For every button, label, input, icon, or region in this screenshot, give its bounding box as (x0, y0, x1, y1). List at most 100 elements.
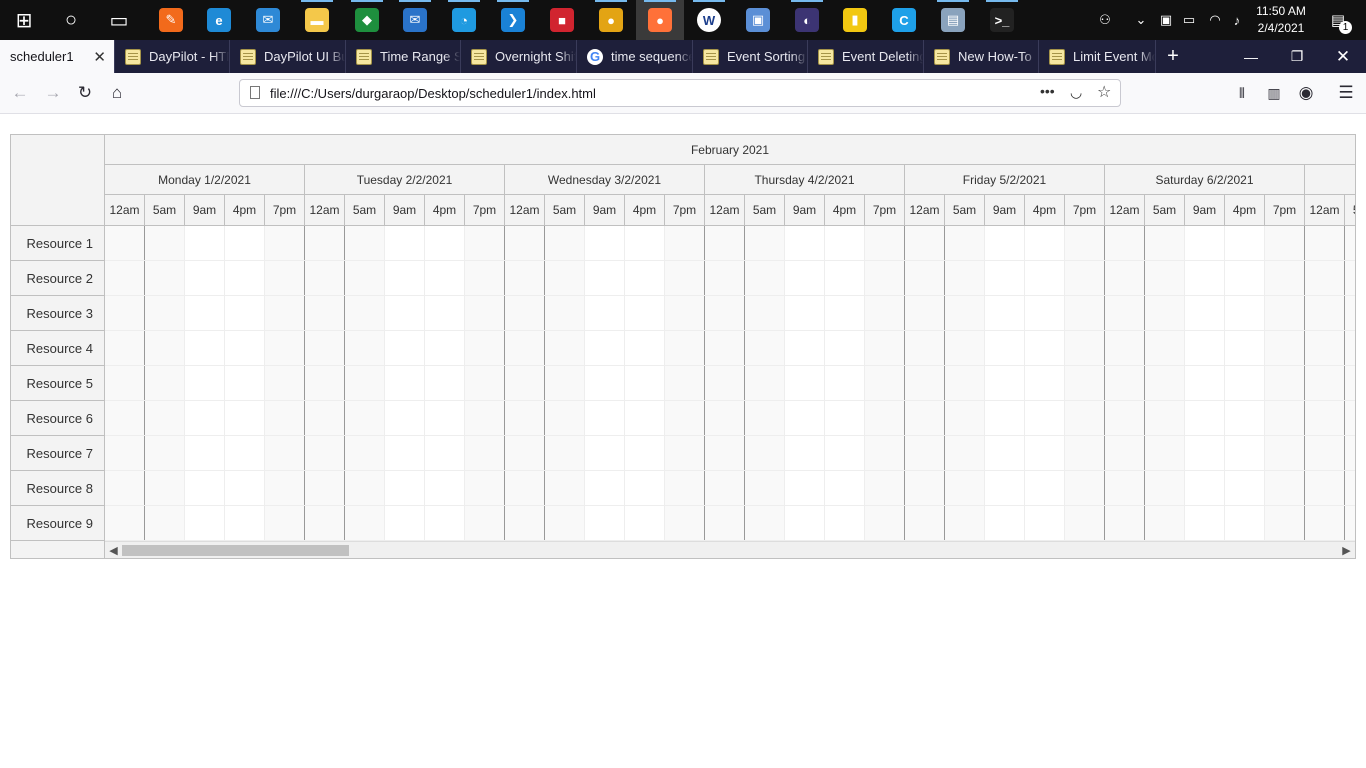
forward-button[interactable]: → (41, 81, 65, 105)
grid-column[interactable] (785, 226, 825, 541)
grid-column[interactable] (825, 226, 865, 541)
volume-icon[interactable]: ♪ (1226, 0, 1248, 40)
close-tab-icon[interactable]: ✕ (93, 48, 106, 66)
grid-column[interactable] (1185, 226, 1225, 541)
resource-row-header[interactable]: Resource 4 (11, 331, 105, 366)
thunderbird-taskbar-button[interactable]: ✉ (391, 0, 439, 40)
grid-column[interactable] (1265, 226, 1305, 541)
scheduler-grid[interactable] (105, 226, 1355, 541)
taskbar-clock[interactable]: 11:50 AM 2/4/2021 (1252, 3, 1310, 37)
reload-button[interactable]: ↻ (73, 81, 97, 105)
grid-column[interactable] (665, 226, 705, 541)
grid-column[interactable] (705, 226, 745, 541)
minimize-button[interactable]: — (1228, 40, 1274, 73)
browser-tab[interactable]: scheduler1 ✕ (0, 40, 115, 73)
new-tab-button[interactable]: + (1158, 40, 1188, 73)
grid-column[interactable] (745, 226, 785, 541)
resource-row-header[interactable]: Resource 5 (11, 366, 105, 401)
resource-row-header[interactable]: Resource 1 (11, 226, 105, 261)
grid-column[interactable] (865, 226, 905, 541)
firefox-taskbar-button[interactable]: ● (636, 0, 684, 40)
bookmark-star-icon[interactable]: ☆ (1097, 82, 1111, 102)
word-app-taskbar-button[interactable]: W (685, 0, 733, 40)
grid-column[interactable] (1025, 226, 1065, 541)
power-bi-taskbar-button[interactable]: ▮ (831, 0, 879, 40)
grid-column[interactable] (625, 226, 665, 541)
app-menu-button[interactable]: ☰ (1334, 81, 1358, 105)
scroll-left-icon[interactable]: ◀ (105, 542, 122, 558)
remote-desktop-taskbar-button[interactable]: ▣ (734, 0, 782, 40)
grid-column[interactable] (225, 226, 265, 541)
people-icon[interactable]: ⚇ (1092, 0, 1118, 40)
close-window-button[interactable]: ✕ (1320, 40, 1366, 73)
grid-column[interactable] (585, 226, 625, 541)
terminal-taskbar-button[interactable]: >_ (978, 0, 1026, 40)
resource-row-header[interactable]: Resource 2 (11, 261, 105, 296)
grid-column[interactable] (425, 226, 465, 541)
grid-column[interactable] (1105, 226, 1145, 541)
sidebar-button[interactable]: ▥ (1262, 81, 1286, 105)
wifi-icon[interactable]: ◠ (1204, 0, 1226, 40)
grid-column[interactable] (905, 226, 945, 541)
grid-column[interactable] (945, 226, 985, 541)
library-button[interactable]: ⫴ (1230, 81, 1254, 105)
home-button[interactable]: ⌂ (105, 81, 129, 105)
control-panel-taskbar-button[interactable]: ▤ (929, 0, 977, 40)
grid-column[interactable] (265, 226, 305, 541)
url-input[interactable] (270, 80, 1030, 106)
grid-column[interactable] (545, 226, 585, 541)
resource-row-header[interactable]: Resource 3 (11, 296, 105, 331)
grid-column[interactable] (345, 226, 385, 541)
red-app-taskbar-button[interactable]: ■ (538, 0, 586, 40)
browser-tab[interactable]: Limit Event Moving (1039, 40, 1156, 73)
edge-browser-taskbar-button[interactable]: e (195, 0, 243, 40)
browser-tab[interactable]: Event Deleting (808, 40, 924, 73)
task-view-taskbar-button[interactable]: ▭ (95, 0, 143, 40)
url-bar[interactable]: ••• ◡ ☆ (239, 79, 1121, 107)
scrollbar-thumb[interactable] (122, 545, 349, 556)
browser-tab[interactable]: DayPilot - HTML5 (115, 40, 230, 73)
grid-column[interactable] (105, 226, 145, 541)
pocket-icon[interactable]: ◡ (1070, 84, 1082, 101)
resource-row-header[interactable]: Resource 8 (11, 471, 105, 506)
mongodb-compass-taskbar-button[interactable]: ◆ (343, 0, 391, 40)
mail-taskbar-button[interactable]: ✉ (244, 0, 292, 40)
file-explorer-taskbar-button[interactable]: ▬ (293, 0, 341, 40)
grid-column[interactable] (185, 226, 225, 541)
security-icon[interactable]: ▣ (1156, 0, 1176, 40)
grid-column[interactable] (1145, 226, 1185, 541)
vscode-taskbar-button[interactable]: ❯ (489, 0, 537, 40)
back-button[interactable]: ← (8, 81, 32, 105)
grid-column[interactable] (305, 226, 345, 541)
resource-row-header[interactable]: Resource 7 (11, 436, 105, 471)
app-c-taskbar-button[interactable]: C (880, 0, 928, 40)
account-button[interactable]: ◉ (1294, 81, 1318, 105)
browser-tab[interactable]: New How-To (924, 40, 1039, 73)
grid-column[interactable] (465, 226, 505, 541)
chrome-taskbar-button[interactable]: ● (587, 0, 635, 40)
resource-row-header[interactable]: Resource 6 (11, 401, 105, 436)
timer-app-taskbar-button[interactable]: ◔ (440, 0, 488, 40)
app-pen-taskbar-button[interactable]: ✎ (147, 0, 195, 40)
scroll-right-icon[interactable]: ▶ (1338, 542, 1355, 558)
grid-column[interactable] (145, 226, 185, 541)
browser-tab[interactable]: Event Sorting (693, 40, 808, 73)
grid-column[interactable] (505, 226, 545, 541)
eclipse-taskbar-button[interactable]: ◐ (783, 0, 831, 40)
battery-icon[interactable]: ▭ (1178, 0, 1200, 40)
windows-start-taskbar-button[interactable]: ⊞ (0, 0, 48, 40)
restore-button[interactable]: ❐ (1274, 40, 1320, 73)
grid-column[interactable] (985, 226, 1025, 541)
cortana-search-taskbar-button[interactable]: ○ (47, 0, 95, 40)
action-center-button[interactable]: ▤ 1 (1318, 0, 1358, 40)
grid-column[interactable] (1305, 226, 1345, 541)
grid-column[interactable] (385, 226, 425, 541)
grid-column[interactable] (1225, 226, 1265, 541)
page-actions-menu-icon[interactable]: ••• (1040, 83, 1055, 99)
resource-row-header[interactable]: Resource 9 (11, 506, 105, 541)
browser-tab[interactable]: Time Range Selection (346, 40, 461, 73)
chevron-up-icon[interactable]: ⌄ (1130, 0, 1152, 40)
grid-column[interactable] (1345, 226, 1355, 541)
horizontal-scrollbar[interactable]: ◀ ▶ (105, 541, 1355, 558)
browser-tab[interactable]: Gtime sequence (577, 40, 693, 73)
